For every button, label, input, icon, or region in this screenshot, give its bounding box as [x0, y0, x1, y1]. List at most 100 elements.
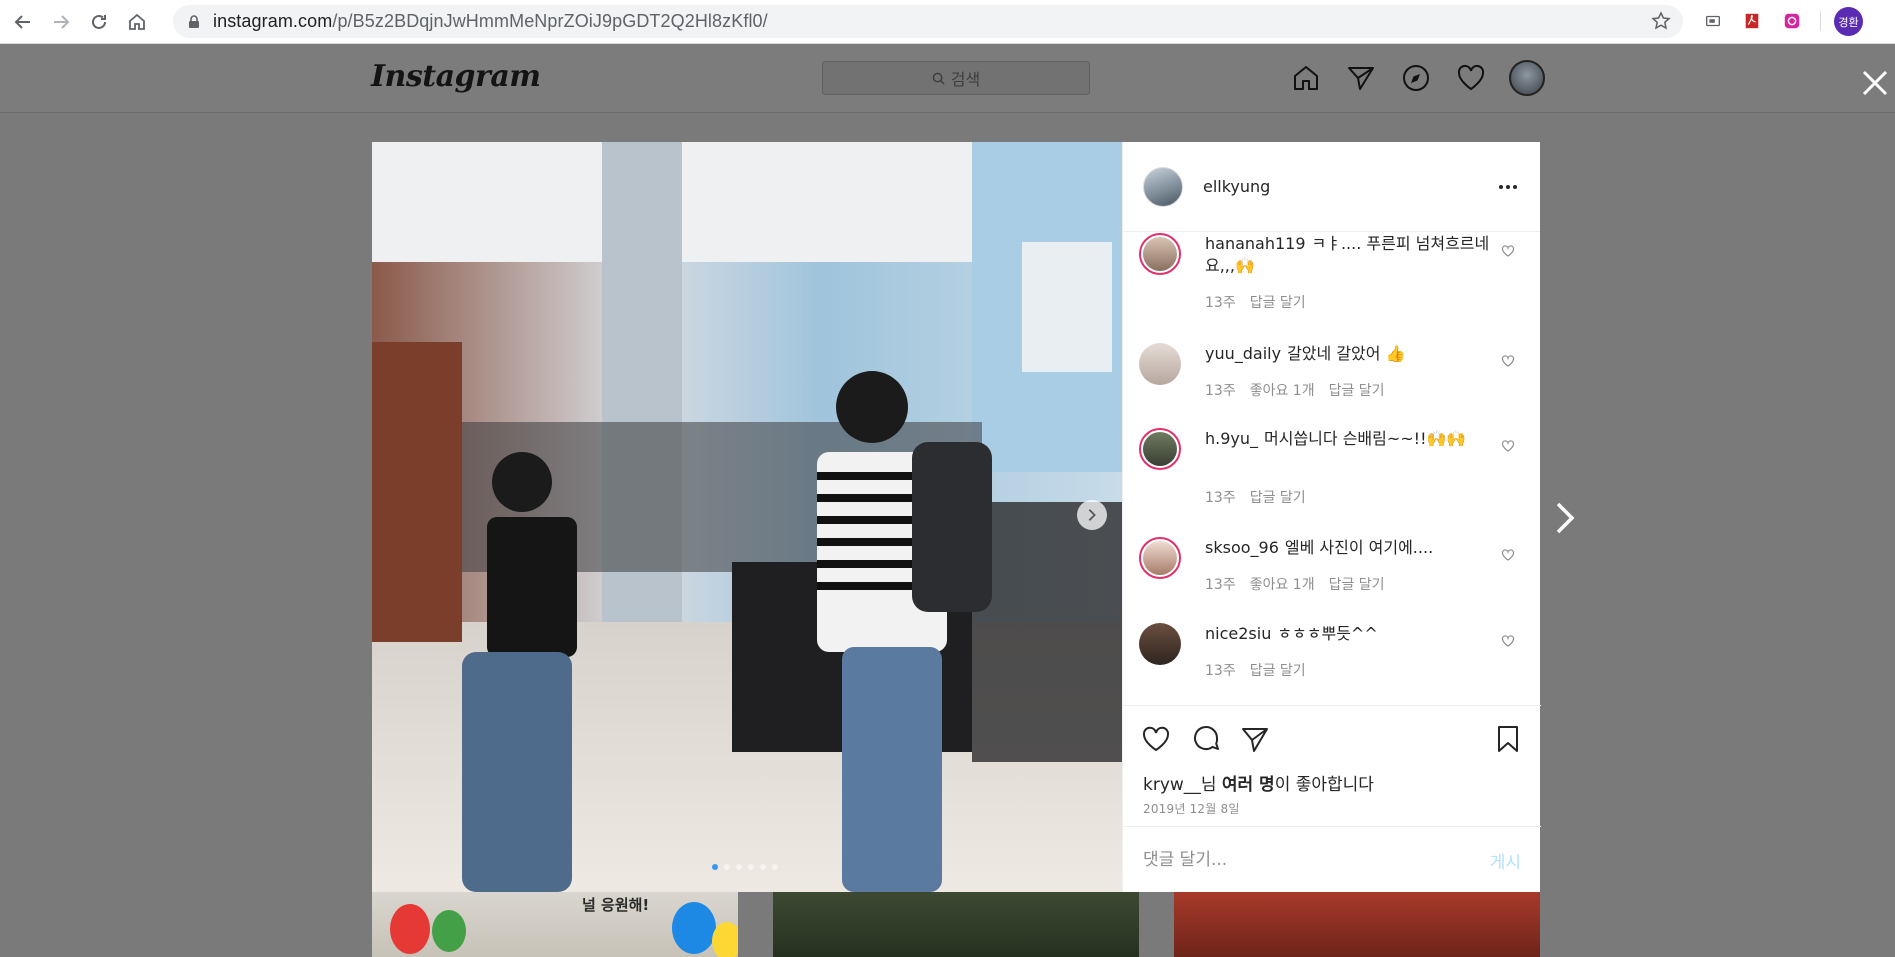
url-host: instagram.com: [213, 11, 333, 31]
commenter-avatar[interactable]: [1139, 343, 1181, 385]
grid-thumbnail[interactable]: [1174, 892, 1540, 957]
comment-meta: 13주 답글 달기: [1205, 660, 1306, 680]
commenter-username[interactable]: sksoo_96: [1205, 538, 1279, 557]
comment-likes[interactable]: 좋아요 1개: [1250, 574, 1315, 594]
likes-mid: 님: [1200, 775, 1222, 795]
commenter-username[interactable]: h.9yu_: [1205, 429, 1258, 448]
instagram-logo[interactable]: Instagram: [371, 59, 541, 94]
comment-like-heart-icon[interactable]: [1501, 548, 1515, 562]
instagram-header: Instagram 검색: [0, 45, 1895, 113]
carousel-dot: [772, 864, 778, 870]
bookmark-star-icon[interactable]: [1651, 11, 1671, 31]
balloon-blue: [672, 902, 716, 954]
carousel-dot: [712, 864, 718, 870]
commenter-avatar[interactable]: [1139, 233, 1181, 275]
comment-like-heart-icon[interactable]: [1501, 354, 1515, 368]
commenter-username[interactable]: nice2siu: [1205, 624, 1271, 643]
reply-link[interactable]: 답글 달기: [1329, 380, 1385, 400]
direct-message-icon[interactable]: [1345, 62, 1377, 94]
likes-user[interactable]: kryw__: [1143, 775, 1201, 795]
comment-text: 갈았네 갈았어 👍: [1287, 344, 1406, 363]
comment-time: 13주: [1205, 490, 1236, 506]
reload-button[interactable]: [84, 7, 114, 37]
comment-text: 엘베 사진이 여기에....: [1284, 538, 1434, 557]
search-input[interactable]: 검색: [822, 61, 1090, 95]
commenter-avatar[interactable]: [1139, 623, 1181, 665]
comment-like-heart-icon[interactable]: [1501, 439, 1515, 453]
comment-body: sksoo_96 엘베 사진이 여기에....: [1205, 537, 1490, 559]
extension-instagram-icon[interactable]: [1781, 10, 1803, 32]
carousel-dot: [736, 864, 742, 870]
url-path: /p/B5z2BDqjnJwHmmMeNprZOiJ9pGDT2Q2Hl8zKf…: [332, 11, 768, 31]
reply-link[interactable]: 답글 달기: [1250, 292, 1306, 312]
comment-like-heart-icon[interactable]: [1501, 244, 1515, 258]
grid-thumbnail[interactable]: 널 응원해!: [372, 892, 738, 957]
commenter-username[interactable]: yuu_daily: [1205, 344, 1281, 363]
search-placeholder: 검색: [950, 70, 981, 89]
commenter-username[interactable]: hananah119: [1205, 234, 1306, 253]
banner-text: 널 응원해!: [582, 896, 650, 914]
comment-form: 게시: [1123, 826, 1541, 893]
carousel-dot: [760, 864, 766, 870]
extension-cast-icon[interactable]: [1702, 10, 1724, 32]
reload-icon: [92, 14, 106, 29]
close-icon[interactable]: [1860, 68, 1890, 98]
home-button[interactable]: [122, 7, 152, 37]
like-heart-icon[interactable]: [1141, 724, 1171, 754]
photo-next-chevron-icon[interactable]: [1077, 500, 1107, 530]
post-actions: kryw__님 여러 명이 좋아합니다 2019년 12월 8일 게시: [1123, 705, 1541, 892]
comment-body: nice2siu ㅎㅎㅎ뿌듯^^: [1205, 623, 1490, 645]
author-avatar[interactable]: [1143, 166, 1183, 207]
comment-meta: 13주 답글 달기: [1205, 487, 1306, 507]
comment-item: sksoo_96 엘베 사진이 여기에.... 13주 좋아요 1개 답글 달기: [1139, 537, 1529, 597]
carousel-dot: [748, 864, 754, 870]
author-username[interactable]: ellkyung: [1203, 177, 1270, 196]
comment-body: h.9yu_ 머시씁니다 슨배림~~!!🙌🙌: [1205, 428, 1490, 450]
reply-link[interactable]: 답글 달기: [1329, 574, 1385, 594]
home-icon: [129, 13, 145, 30]
grid-thumbnail[interactable]: [773, 892, 1139, 957]
forward-button[interactable]: [46, 7, 76, 37]
next-post-chevron-icon[interactable]: [1552, 498, 1578, 538]
likes-others-link[interactable]: 여러 명: [1222, 775, 1275, 795]
comment-bubble-icon[interactable]: [1191, 724, 1221, 754]
comment-body: yuu_daily 갈았네 갈았어 👍: [1205, 343, 1490, 365]
comment-time: 13주: [1205, 577, 1236, 593]
comment-like-heart-icon[interactable]: [1501, 634, 1515, 648]
commenter-avatar[interactable]: [1139, 537, 1181, 579]
home-nav-icon[interactable]: [1290, 62, 1322, 94]
carousel-dot: [724, 864, 730, 870]
comment-likes[interactable]: 좋아요 1개: [1250, 380, 1315, 400]
post-date: 2019년 12월 8일: [1143, 802, 1240, 816]
carousel-dots: [712, 864, 778, 870]
balloon-yellow: [712, 922, 738, 957]
more-options-icon[interactable]: [1498, 177, 1518, 197]
comment-input[interactable]: [1143, 850, 1490, 870]
save-bookmark-icon[interactable]: [1493, 724, 1523, 754]
browser-toolbar: instagram.com/p/B5z2BDqjnJwHmmMeNprZOiJ9…: [0, 0, 1895, 44]
post-comment-button[interactable]: 게시: [1490, 848, 1521, 873]
comment-time: 13주: [1205, 383, 1236, 399]
comment-time: 13주: [1205, 295, 1236, 311]
post-sidebar: ellkyung hananah119 ㅋㅑ.... 푸른피 넘쳐흐르네요,,,🙌…: [1122, 142, 1541, 892]
post-photo[interactable]: [372, 142, 1122, 892]
commenter-avatar[interactable]: [1139, 428, 1181, 470]
comment-item: h.9yu_ 머시씁니다 슨배림~~!!🙌🙌 13주 답글 달기: [1139, 428, 1529, 508]
explore-compass-icon[interactable]: [1400, 62, 1432, 94]
comment-item: yuu_daily 갈았네 갈았어 👍 13주 좋아요 1개 답글 달기: [1139, 343, 1529, 403]
comment-text: 머시씁니다 슨배림~~!!🙌🙌: [1264, 429, 1467, 448]
balloon-red: [390, 904, 430, 954]
comment-item: hananah119 ㅋㅑ.... 푸른피 넘쳐흐르네요,,,🙌 13주 답글 달기: [1139, 233, 1529, 313]
profile-avatar-nav[interactable]: [1509, 60, 1545, 96]
profile-avatar[interactable]: 경환: [1834, 7, 1863, 36]
reply-link[interactable]: 답글 달기: [1250, 487, 1306, 507]
reply-link[interactable]: 답글 달기: [1250, 660, 1306, 680]
arrow-left-icon: [14, 14, 30, 29]
activity-heart-icon[interactable]: [1455, 62, 1487, 94]
comment-item: nice2siu ㅎㅎㅎ뿌듯^^ 13주 답글 달기: [1139, 623, 1529, 683]
extension-pdf-icon[interactable]: [1741, 10, 1763, 32]
toolbar-separator: [1820, 11, 1821, 31]
back-button[interactable]: [8, 7, 38, 37]
share-send-icon[interactable]: [1240, 724, 1270, 754]
address-bar[interactable]: instagram.com/p/B5z2BDqjnJwHmmMeNprZOiJ9…: [173, 5, 1683, 38]
